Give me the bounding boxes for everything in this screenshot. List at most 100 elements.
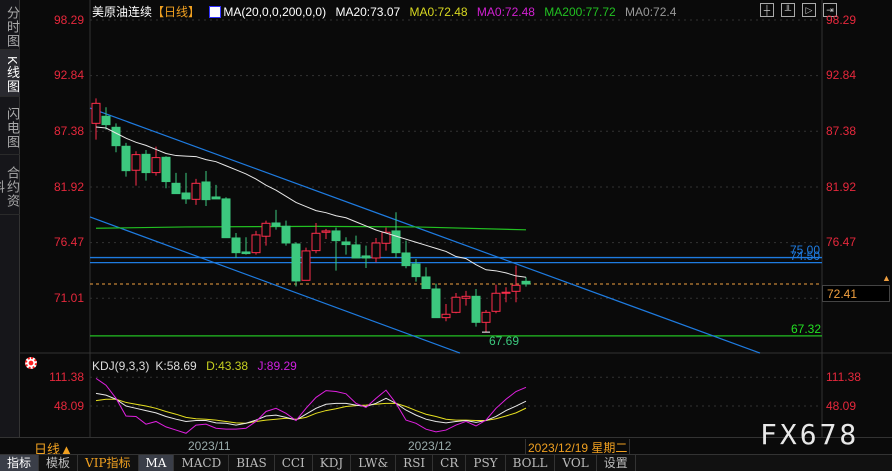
price-tick-left: 71.01 [53, 291, 84, 305]
candle-body [451, 296, 461, 313]
candle-body [141, 153, 151, 174]
ma-legend: 美原油连续【日线】 MA(20,0,0,200,0,0) MA20:73.07 … [92, 3, 682, 20]
price-tick-right: 81.92 [826, 180, 857, 194]
candle-body [441, 313, 451, 319]
kdj-legend: KDJ(9,3,3) K:58.69 D:43.38 J:89.29 [92, 359, 303, 373]
candle-body [431, 288, 441, 319]
candle-body [481, 311, 491, 323]
candle-body [391, 230, 401, 254]
ma0-value-1: MA0:72.48 [409, 5, 468, 19]
kdj-tick-right: 48.09 [826, 399, 857, 413]
price-tick-left: 92.84 [53, 68, 84, 82]
toolbar-psy[interactable]: PSY [466, 455, 506, 471]
crosshair-icon[interactable]: ┼ [760, 3, 774, 17]
price-tick-left: 98.29 [53, 13, 84, 27]
toolbar-cci[interactable]: CCI [275, 455, 313, 471]
ma0-value-3: MA0:72.4 [625, 5, 677, 19]
kdj-tick-left: 48.09 [53, 399, 84, 413]
ma0-value-2: MA0:72.48 [476, 5, 535, 19]
candle-body [181, 192, 191, 200]
toolbar-boll[interactable]: BOLL [506, 455, 556, 471]
candle-body [101, 115, 111, 126]
zoom-in-icon[interactable]: ╨ [781, 3, 795, 17]
toolbar-rsi[interactable]: RSI [396, 455, 434, 471]
price-tick-right: 98.29 [826, 13, 857, 27]
toolbar-vol[interactable]: VOL [555, 455, 597, 471]
candle-body [521, 280, 531, 285]
ma200-value: MA200:77.72 [544, 5, 616, 19]
candle-body [151, 157, 161, 174]
kdj-tick-right: 111.38 [826, 370, 861, 384]
candle-body [251, 234, 261, 254]
toolbar-bias[interactable]: BIAS [229, 455, 275, 471]
ma20-value: MA20:73.07 [335, 5, 401, 19]
candle-body [131, 154, 141, 171]
candle-body [421, 276, 431, 290]
ma-params: MA(20,0,0,200,0,0) [223, 5, 327, 19]
ma20-line [95, 126, 527, 278]
instrument-title: 美原油连续 [92, 5, 153, 19]
d-value: D:43.38 [206, 359, 249, 373]
candle-body [511, 284, 521, 292]
price-tick-left: 81.92 [53, 180, 84, 194]
period-label: 【日线】 [152, 5, 201, 19]
kdj-params: KDJ(9,3,3) [92, 359, 150, 373]
low-price-label: 67.69 [489, 334, 520, 348]
candle-body [171, 182, 181, 195]
watermark-logo: FX678 [760, 418, 860, 451]
toolbar-cr[interactable]: CR [433, 455, 467, 471]
toolbar-vip-indicators[interactable]: VIP指标 [78, 455, 139, 471]
price-tick-right: 87.38 [826, 124, 857, 138]
date-label-dec: 2023/12 [408, 439, 452, 453]
price-tick-right: 76.47 [826, 235, 857, 249]
toolbar-settings[interactable]: 设置 [597, 455, 636, 471]
candle-body [371, 242, 381, 259]
candle-body [231, 237, 241, 254]
candle-body [211, 196, 221, 200]
candle-body [191, 182, 201, 200]
hline-label-745: 74.50 [790, 249, 821, 263]
scroll-up-icon[interactable]: ▲ [882, 273, 891, 283]
ma200-line [95, 225, 527, 231]
candle-body [331, 230, 341, 242]
candle-body [271, 222, 281, 227]
candle-body [351, 244, 361, 259]
zoom-out-icon[interactable]: ▷ [802, 3, 816, 17]
date-label-nov: 2023/11 [188, 439, 231, 453]
kdj-j-line [95, 377, 527, 434]
j-value: J:89.29 [257, 359, 297, 373]
date-axis: 日线▲ 2023/11 2023/12 2023/12/19 星期二 [0, 437, 892, 457]
candle-body [311, 232, 321, 252]
candle-body [501, 291, 511, 294]
trend-line [89, 216, 461, 354]
hline-label-6732: 67.32 [791, 322, 822, 336]
indicator-toolbar: 指标 模板 VIP指标 MA MACD BIAS CCI KDJ LW& RSI… [0, 454, 892, 471]
toolbar-templates[interactable]: 模板 [39, 455, 79, 471]
candle-body [121, 145, 131, 172]
toolbar-ma[interactable]: MA [138, 455, 175, 471]
toolbar-macd[interactable]: MACD [174, 455, 230, 471]
price-tick-left: 76.47 [53, 235, 84, 249]
indicator-alert-icon[interactable] [25, 357, 37, 369]
candle-body [261, 222, 271, 237]
toolbar-indicators[interactable]: 指标 [0, 455, 40, 471]
trend-line [89, 107, 761, 354]
candle-body [471, 295, 481, 323]
toolbar-kdj[interactable]: KDJ [313, 455, 352, 471]
price-tick-right: 92.84 [826, 68, 857, 82]
candle-body [341, 241, 351, 246]
candle-body [241, 251, 251, 255]
candle-body [301, 250, 311, 281]
candle-body [401, 252, 411, 267]
toolbar-lw[interactable]: LW& [351, 455, 397, 471]
indicator-settings-icon[interactable] [209, 6, 222, 18]
candle-body [91, 102, 101, 124]
last-price-box: 72.41 [822, 285, 890, 302]
candle-body [321, 230, 331, 233]
candle-body [111, 126, 121, 147]
candle-body [491, 292, 501, 312]
candle-body [161, 156, 171, 183]
candle-body [361, 255, 371, 259]
candle-body [221, 198, 231, 239]
candle-body [291, 243, 301, 282]
